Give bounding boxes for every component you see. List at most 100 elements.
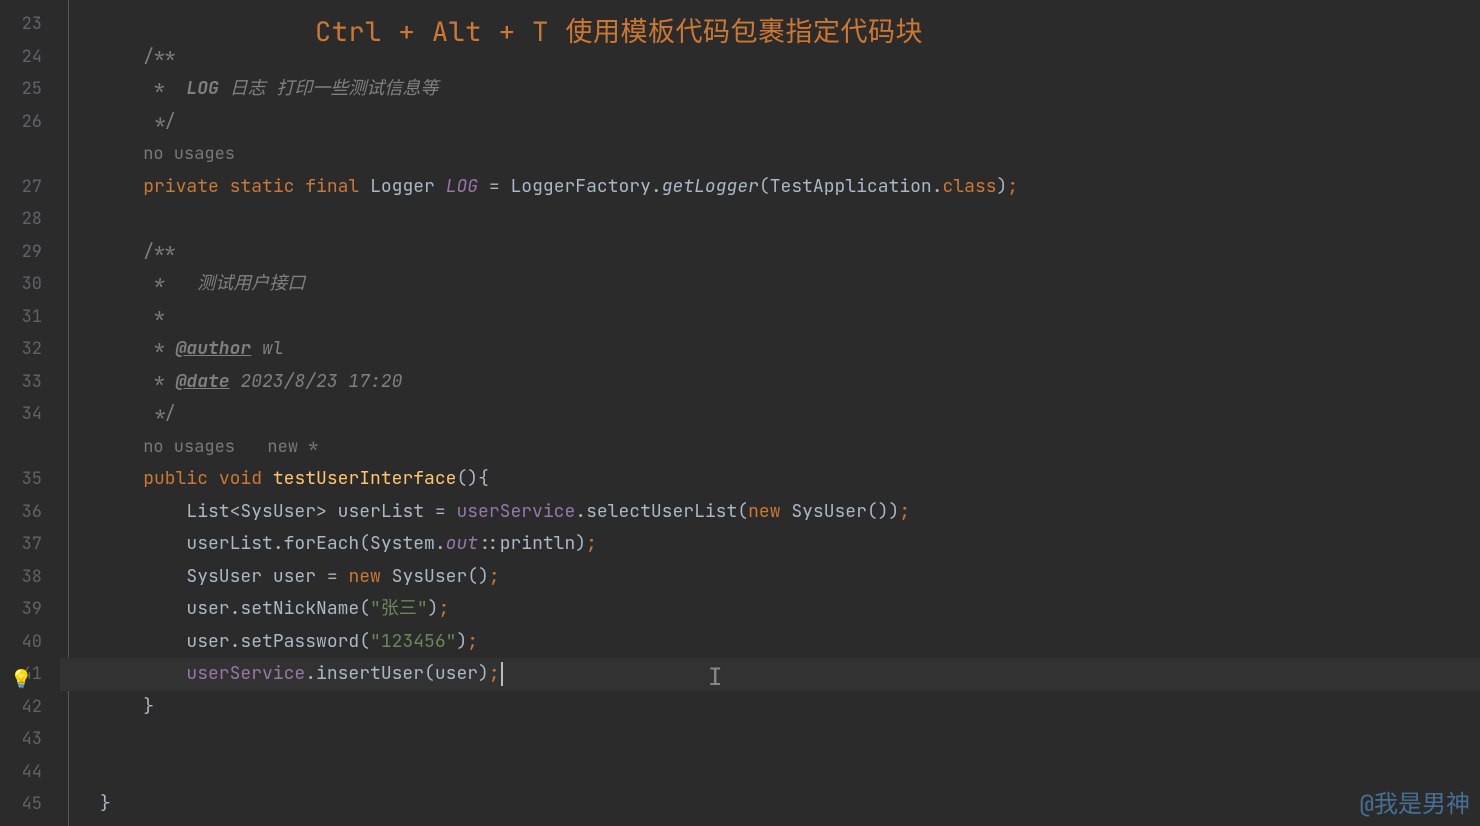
inlay-hint-line[interactable]: no usages new *	[60, 431, 1480, 464]
line-number: 37	[0, 528, 60, 561]
type: LoggerFactory	[511, 175, 651, 198]
code-line[interactable]: /**	[60, 236, 1480, 269]
code-line[interactable]: * @author wl	[60, 333, 1480, 366]
doc-comment: 日志 打印一些测试信息等	[219, 77, 439, 100]
doc-comment: * 测试用户接口	[143, 272, 305, 295]
code-line[interactable]: * 测试用户接口	[60, 268, 1480, 301]
doc-tag-author: @author	[176, 337, 252, 360]
line-number: 31	[0, 301, 60, 334]
doc-comment: 2023/8/23 17:20	[230, 370, 403, 393]
inlay-hint-line[interactable]: no usages	[60, 138, 1480, 171]
type: SysUser	[392, 565, 468, 588]
line-number: 28	[0, 203, 60, 236]
doc-comment: *	[143, 77, 186, 100]
field: userService	[186, 662, 305, 685]
line-number: 36	[0, 496, 60, 529]
vcs-hint[interactable]: new *	[267, 436, 318, 458]
line-number: 30	[0, 268, 60, 301]
doc-comment: */	[143, 402, 175, 425]
code-line[interactable]: */	[60, 398, 1480, 431]
banner-shortcut-hint: Ctrl + Alt + T 使用模板代码包裹指定代码块	[315, 10, 923, 50]
code-line[interactable]	[60, 756, 1480, 789]
field: userService	[456, 500, 575, 523]
doc-comment: /**	[143, 45, 175, 68]
line-number: 40	[0, 626, 60, 659]
kw: public	[143, 467, 208, 490]
method: selectUserList	[586, 500, 737, 523]
code-line[interactable]: }	[60, 788, 1480, 821]
field: LOG	[446, 175, 478, 198]
code-line[interactable]: }	[60, 691, 1480, 724]
line-number: 26	[0, 106, 60, 139]
doc-tag-date: @date	[176, 370, 230, 393]
doc-comment: wl	[251, 337, 283, 360]
method: testUserInterface	[273, 467, 457, 490]
line-number: 38	[0, 561, 60, 594]
var: userList	[338, 500, 424, 523]
line-number: 23	[0, 8, 60, 41]
doc-comment: LOG	[186, 77, 218, 100]
code-line[interactable]: SysUser user = new SysUser();	[60, 561, 1480, 594]
doc-comment: *	[143, 305, 165, 328]
line-number: 32	[0, 333, 60, 366]
code-line[interactable]: user.setNickName("张三");	[60, 593, 1480, 626]
type: Logger	[370, 175, 435, 198]
doc-comment: *	[143, 337, 175, 360]
code-line[interactable]: *	[60, 301, 1480, 334]
method: forEach	[284, 532, 360, 555]
code-line[interactable]: * LOG 日志 打印一些测试信息等	[60, 73, 1480, 106]
usage-hint[interactable]: no usages	[143, 143, 235, 165]
doc-comment: /**	[143, 240, 175, 263]
var: user	[435, 662, 478, 685]
kw: void	[219, 467, 262, 490]
line-number	[0, 431, 60, 464]
doc-comment: *	[143, 370, 175, 393]
code-line[interactable]: user.setPassword("123456");	[60, 626, 1480, 659]
line-number: 29	[0, 236, 60, 269]
line-number: 45	[0, 788, 60, 821]
type: System	[370, 532, 435, 555]
method: setNickName	[240, 597, 359, 620]
code-line[interactable]	[60, 723, 1480, 756]
var: user	[186, 630, 229, 653]
line-number: 27	[0, 171, 60, 204]
kw: final	[305, 175, 359, 198]
method: println	[500, 532, 576, 555]
kw: private	[143, 175, 219, 198]
usage-hint[interactable]: no usages	[143, 436, 235, 458]
line-number	[0, 138, 60, 171]
type: SysUser	[791, 500, 867, 523]
code-line[interactable]: public void testUserInterface(){	[60, 463, 1480, 496]
kw: static	[230, 175, 295, 198]
code-line[interactable]: private static final Logger LOG = Logger…	[60, 171, 1480, 204]
field: out	[446, 532, 478, 555]
line-number: 24	[0, 41, 60, 74]
string: "123456"	[370, 630, 456, 653]
method: getLogger	[662, 175, 759, 198]
line-number: 44	[0, 756, 60, 789]
code-line[interactable]: * @date 2023/8/23 17:20	[60, 366, 1480, 399]
line-number: 43	[0, 723, 60, 756]
kw: class	[943, 175, 997, 198]
line-number: 35	[0, 463, 60, 496]
var: userList	[186, 532, 272, 555]
brace: }	[143, 695, 154, 718]
line-number: 25	[0, 73, 60, 106]
code-line[interactable]: */	[60, 106, 1480, 139]
code-line-current[interactable]: 💡 userService.insertUser(user);𝙸	[60, 658, 1480, 691]
type: TestApplication	[770, 175, 932, 198]
code-line[interactable]: List<SysUser> userList = userService.sel…	[60, 496, 1480, 529]
var: user	[273, 565, 316, 588]
code-line[interactable]	[60, 203, 1480, 236]
line-number-gutter: 23 24 25 26 27 28 29 30 31 32 33 34 35 3…	[0, 0, 60, 826]
code-line[interactable]: userList.forEach(System.out::println);	[60, 528, 1480, 561]
line-number: 39	[0, 593, 60, 626]
lightbulb-icon[interactable]: 💡	[10, 664, 32, 697]
kw: new	[348, 565, 380, 588]
var: user	[186, 597, 229, 620]
code-editor[interactable]: 23 24 25 26 27 28 29 30 31 32 33 34 35 3…	[0, 0, 1480, 826]
code-area[interactable]: /** * LOG 日志 打印一些测试信息等 */ no usages priv…	[60, 0, 1480, 826]
watermark-text: @我是男神	[1360, 784, 1470, 820]
line-number: 33	[0, 366, 60, 399]
method: setPassword	[240, 630, 359, 653]
